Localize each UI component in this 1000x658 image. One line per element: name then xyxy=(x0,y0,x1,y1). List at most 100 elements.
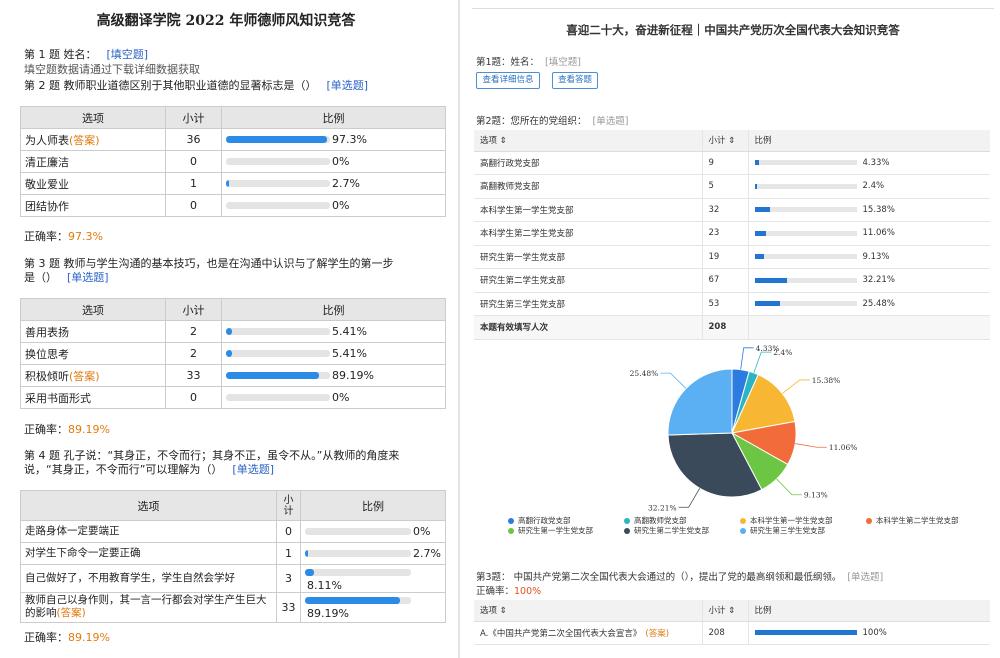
pie-leader-line xyxy=(678,488,701,508)
ratio-bar xyxy=(754,301,857,306)
ratio-pct: 9.13% xyxy=(862,251,890,262)
option-cell: 自己做好了，不用教育学生，学生自然会学好 xyxy=(20,564,277,593)
ratio-bar-fill xyxy=(754,183,757,189)
sort-option-header[interactable]: 选项 ⇕ xyxy=(474,600,702,622)
col-option: 选项 xyxy=(20,490,277,521)
ratio-pct: 0% xyxy=(413,525,431,539)
acc-value: 89.19% xyxy=(68,423,110,436)
legend-item[interactable]: 研究生第二学生党支部 xyxy=(624,525,709,536)
r-q3-heading: 第3题： 中国共产党第二次全国代表大会通过的（），提出了党的最高纲领和最低纲领。… xyxy=(476,569,883,583)
q3-table: 选项 小计 比例 善用表扬 2 5.41% 换位思考 2 5.41% 积极倾听(答案) 33 8… xyxy=(20,298,446,409)
option-cell: A.《中国共产党第二次全国代表大会宣言》 (答案) xyxy=(474,621,702,645)
table-row: 教师自己以身作则，其一言一行都会对学生产生巨大的影响(答案) 33 89.19% xyxy=(20,591,446,623)
pie-data-label: 2.4% xyxy=(773,348,792,357)
ratio-cell: 2.7% xyxy=(300,542,446,565)
ratio-cell: 8.11% xyxy=(300,564,446,593)
view-details-button[interactable]: 查看详细信息 xyxy=(476,72,540,89)
legend-dot-icon xyxy=(740,517,746,524)
option-cell: 团结协作 xyxy=(20,194,166,217)
ratio-cell: 0% xyxy=(221,150,446,173)
ratio-cell: 97.3% xyxy=(221,128,446,151)
ratio-bar-fill xyxy=(305,550,308,558)
ratio-bar xyxy=(754,160,857,165)
option-cell: 高翻行政党支部 xyxy=(474,151,702,175)
table-row: 敬业爱业 1 2.7% xyxy=(20,172,446,195)
count-cell: 19 xyxy=(701,245,748,269)
view-answers-button[interactable]: 查看答题 xyxy=(552,72,598,89)
r-q1-label: 第1题：姓名： xyxy=(476,57,540,68)
ratio-cell: 89.19% xyxy=(300,591,446,623)
option-cell: 敬业爱业 xyxy=(20,172,166,195)
ratio-bar xyxy=(305,597,411,605)
q3-type-link[interactable]: [单选题] xyxy=(67,271,109,284)
sort-count-header[interactable]: 小计 ⇕ xyxy=(701,130,748,152)
ratio-pct: 0% xyxy=(332,391,350,405)
q3-line2-text: 是（） xyxy=(24,271,57,284)
ratio-cell: 2.4% xyxy=(747,174,990,199)
ratio-pct: 15.38% xyxy=(862,204,895,215)
page-title: 高级翻译学院 2022 年师德师风知识竞答 xyxy=(96,13,356,29)
legend-item[interactable]: 研究生第三学生党支部 xyxy=(740,525,825,536)
count-cell: 2 xyxy=(165,342,222,365)
ratio-bar xyxy=(754,254,857,259)
legend-dot-icon xyxy=(624,517,630,524)
q4-type-link[interactable]: [单选题] xyxy=(232,463,274,476)
total-label: 本题有效填写人次 xyxy=(474,315,702,340)
pie-leader-line xyxy=(782,379,810,394)
option-text: 团结协作 xyxy=(25,199,69,213)
col-option: 选项 xyxy=(20,298,166,321)
sort-count-header[interactable]: 小计 ⇕ xyxy=(701,600,748,622)
ratio-bar-fill xyxy=(226,328,232,336)
option-cell: 本科学生第一学生党支部 xyxy=(474,198,702,222)
ratio-bar-fill xyxy=(226,372,319,380)
top-border xyxy=(472,8,994,9)
option-text: 高翻行政党支部 xyxy=(480,158,540,169)
r-q2-type: [单选题] xyxy=(592,116,629,127)
table-row: 本科学生第一学生党支部 32 15.38% xyxy=(474,198,990,222)
ratio-cell: 5.41% xyxy=(221,342,446,365)
ratio-pct: 97.3% xyxy=(332,133,367,147)
q1-type-link[interactable]: [填空题] xyxy=(107,48,149,61)
ratio-pct: 5.41% xyxy=(332,325,367,339)
ratio-cell: 89.19% xyxy=(221,364,446,387)
option-text: 研究生第三学生党支部 xyxy=(480,299,566,310)
ratio-pct: 5.41% xyxy=(332,347,367,361)
table-row: 对学生下命令一定要正确 1 2.7% xyxy=(20,542,446,565)
ratio-pct: 4.33% xyxy=(862,157,890,168)
q2-heading: 第 2 题 教师职业道德区别于其他职业道德的显著标志是（） [单选题] xyxy=(24,79,368,92)
ratio-pct: 89.19% xyxy=(332,369,374,383)
table-row: 研究生第三学生党支部 53 25.48% xyxy=(474,292,990,316)
option-cell: 高翻教师党支部 xyxy=(474,174,702,199)
r-q1-type: [填空题] xyxy=(545,57,581,68)
q2-type-link[interactable]: [单选题] xyxy=(327,79,369,92)
ratio-pct: 100% xyxy=(862,627,887,638)
acc-label: 正确率： xyxy=(24,230,68,243)
option-cell: 善用表扬 xyxy=(20,320,166,343)
answer-tag: (答案) xyxy=(69,133,100,147)
legend-item[interactable]: 研究生第一学生党支部 xyxy=(508,525,593,536)
legend-dot-icon xyxy=(740,527,746,534)
option-cell: 研究生第一学生党支部 xyxy=(474,245,702,269)
ratio-bar xyxy=(305,568,411,576)
col-ratio: 比例 xyxy=(300,490,446,521)
sort-option-header[interactable]: 选项 ⇕ xyxy=(474,130,702,152)
count-cell: 32 xyxy=(701,198,748,222)
option-cell: 本科学生第二学生党支部 xyxy=(474,221,702,246)
option-cell: 研究生第三学生党支部 xyxy=(474,292,702,316)
q3-heading-line1: 第 3 题 教师与学生沟通的基本技巧，也是在沟通中认识与了解学生的第一步 xyxy=(24,257,394,270)
ratio-pct: 0% xyxy=(332,155,350,169)
ratio-bar-fill xyxy=(305,568,314,576)
ratio-pct: 2.7% xyxy=(332,177,360,191)
r-q3-type: [单选题] xyxy=(847,572,884,583)
r-q2-label: 第2题：您所在的党组织： xyxy=(476,116,587,127)
count-cell: 208 xyxy=(701,621,748,645)
r-q3-label: 第3题： 中国共产党第二次全国代表大会通过的（），提出了党的最高纲领和最低纲领。 xyxy=(476,572,842,583)
left-panel: 高级翻译学院 2022 年师德师风知识竞答 第 1 题 姓名： [填空题] 填空题… xyxy=(0,0,452,658)
option-text: 换位思考 xyxy=(25,347,69,361)
pie-data-label: 9.13% xyxy=(804,491,828,500)
ratio-bar-fill xyxy=(754,630,857,635)
col-option: 选项 xyxy=(20,106,166,129)
count-cell: 53 xyxy=(701,292,748,316)
survey-title: 喜迎二十大，奋进新征程｜中国共产党历次全国代表大会知识竞答 xyxy=(566,23,900,37)
legend-item[interactable]: 本科学生第二学生党支部 xyxy=(866,515,959,526)
